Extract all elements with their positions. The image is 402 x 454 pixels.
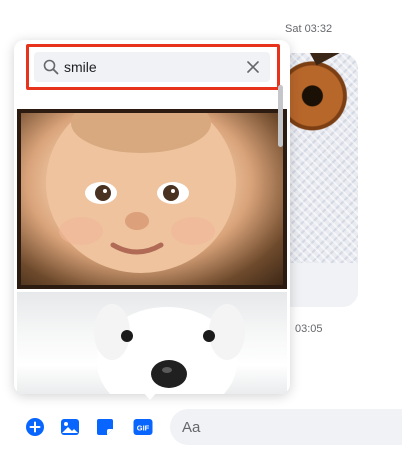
message-composer: GIF Aa — [0, 405, 402, 449]
image-icon — [61, 419, 79, 435]
image-content — [282, 53, 358, 131]
message-input[interactable]: Aa — [170, 409, 402, 445]
gif-results-list[interactable] — [14, 104, 290, 394]
search-icon — [40, 59, 62, 75]
search-input[interactable]: smile — [64, 59, 242, 75]
plus-circle-icon — [26, 418, 44, 436]
gif-search-field[interactable]: smile — [34, 52, 270, 82]
message-timestamp: Sat 03:32 — [285, 23, 333, 35]
gif-thumbnail — [94, 304, 245, 394]
message-timestamp: 03:05 — [295, 323, 323, 335]
add-button[interactable] — [25, 417, 45, 437]
close-icon[interactable] — [242, 56, 264, 78]
sticker-icon — [97, 419, 113, 435]
gif-result-dog[interactable] — [17, 292, 287, 394]
popup-pointer — [142, 391, 158, 400]
scrollbar[interactable] — [278, 85, 283, 147]
gif-thumbnail — [46, 113, 236, 273]
gif-icon: GIF — [133, 419, 153, 435]
gif-result-baby[interactable] — [17, 109, 287, 289]
gif-button[interactable]: GIF — [133, 417, 153, 437]
photo-button[interactable] — [60, 417, 80, 437]
svg-text:GIF: GIF — [137, 424, 150, 433]
gif-picker-popup: smile — [14, 40, 290, 394]
message-input-placeholder: Aa — [182, 418, 201, 436]
sticker-button[interactable] — [95, 417, 115, 437]
